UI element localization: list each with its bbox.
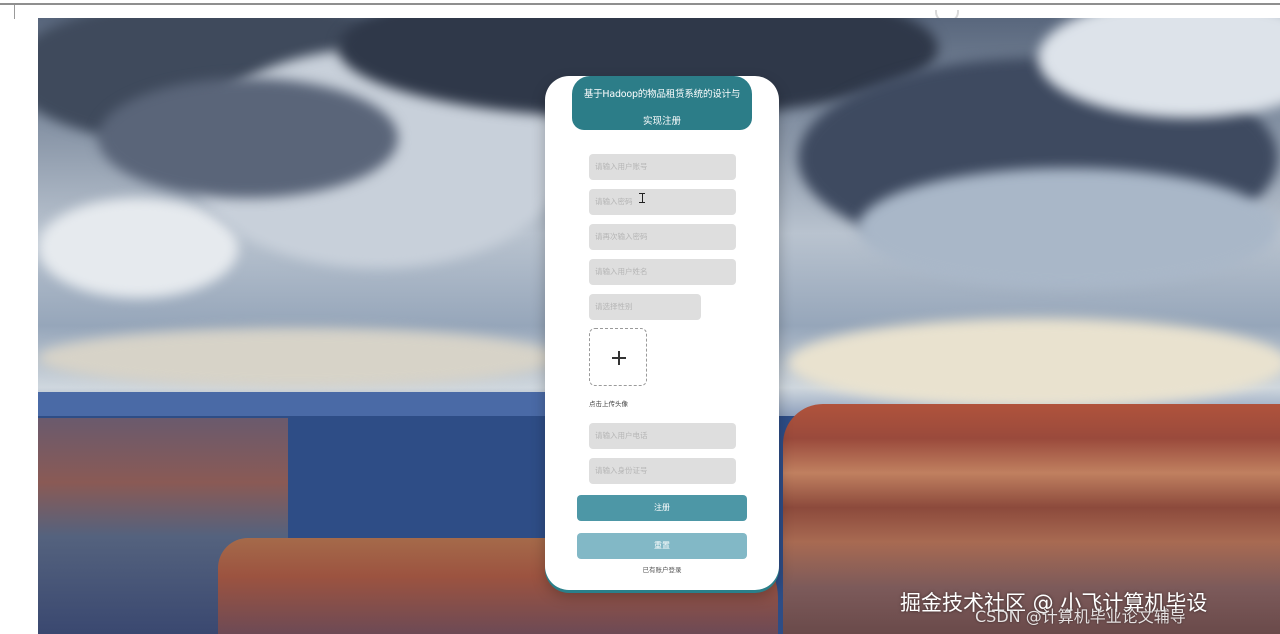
page-title-register: 实现注册 — [642, 116, 681, 127]
cloud-shape — [788, 318, 1280, 408]
watermark-csdn: CSDN @计算机毕业论文辅导 — [975, 607, 1186, 626]
cloud-shape — [98, 78, 398, 198]
text-cursor-icon — [639, 193, 645, 203]
register-card: 基于Hadoop的物品租赁系统的设计与 实现注册 请输入用户账号 请输入密码 请… — [545, 76, 779, 590]
left-border-tick — [14, 5, 15, 19]
confirm-password-field[interactable]: 请再次输入密码 — [589, 224, 736, 250]
top-border-line — [0, 3, 1280, 5]
register-button[interactable]: 注册 — [577, 495, 747, 521]
gender-select[interactable]: 请选择性别 — [589, 294, 701, 320]
reset-button[interactable]: 重置 — [577, 533, 747, 559]
id-number-field[interactable]: 请输入身份证号 — [589, 458, 736, 484]
cloud-shape — [38, 198, 238, 298]
card-header: 基于Hadoop的物品租赁系统的设计与 实现注册 — [572, 76, 752, 130]
cloud-shape — [38, 328, 558, 388]
avatar-upload-label: 点击上传头像 — [589, 400, 628, 408]
password-field[interactable]: 请输入密码 — [589, 189, 736, 215]
page-title: 基于Hadoop的物品租赁系统的设计与 — [583, 89, 741, 100]
avatar-upload-button[interactable] — [589, 328, 647, 386]
name-field[interactable]: 请输入用户姓名 — [589, 259, 736, 285]
plus-icon — [612, 351, 626, 365]
phone-field[interactable]: 请输入用户电话 — [589, 423, 736, 449]
account-field[interactable]: 请输入用户账号 — [589, 154, 736, 180]
login-link[interactable]: 已有账户登录 — [545, 564, 779, 574]
cloud-shape — [858, 168, 1278, 288]
